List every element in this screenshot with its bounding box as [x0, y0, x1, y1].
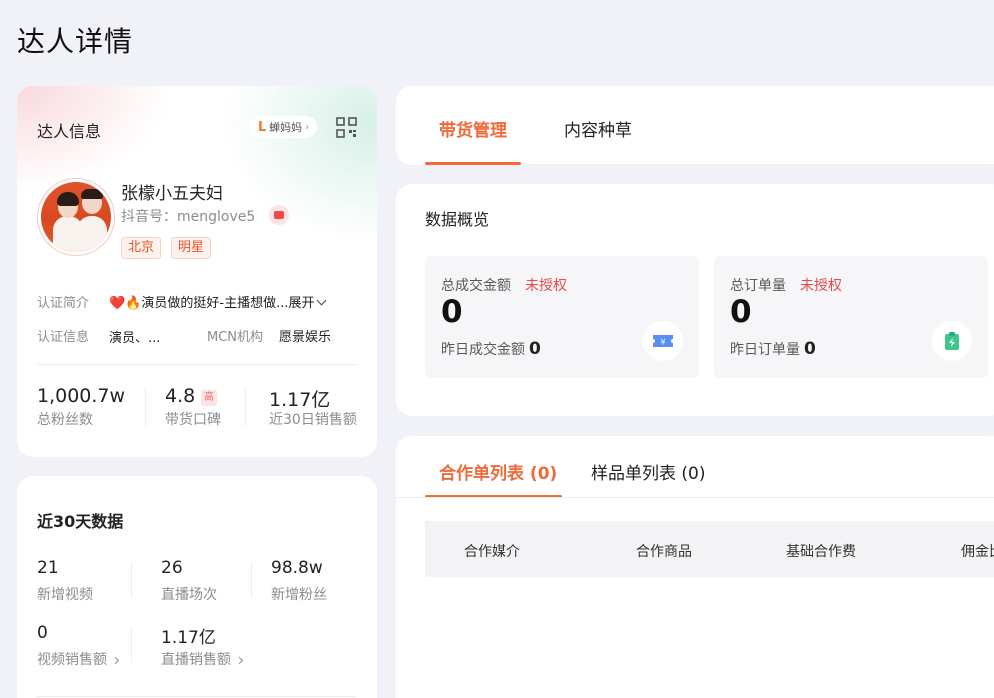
avatar[interactable] [38, 179, 114, 255]
mcn-label: MCN机构 [207, 326, 263, 345]
live-sessions-label: 直播场次 [161, 584, 217, 604]
rating-high-badge: 高 [201, 390, 217, 406]
douyin-id-value: menglove5 [177, 209, 255, 225]
cert-intro-value: ❤️🔥演员做的挺好-主播想做...展开 [109, 292, 325, 311]
unauthorized-status[interactable]: 未授权 [800, 275, 842, 295]
live-sessions-value: 26 [161, 558, 183, 578]
divider [37, 364, 357, 365]
metric-yesterday: 昨日订单量0 [730, 339, 816, 359]
profile-card: 达人信息 ᒪ 蝉妈妈 › 张檬小五夫妇 抖音号：menglove5 北京 明星 … [17, 86, 377, 457]
metric-label: 总成交金额 [441, 275, 511, 295]
stat-sales-label: 近30日销售额 [269, 409, 357, 429]
svg-text:¥: ¥ [660, 338, 665, 347]
live-sales-link[interactable]: 直播销售额 [161, 649, 242, 669]
expand-button[interactable]: 展开 [288, 296, 325, 311]
active-tab-indicator [425, 162, 521, 165]
page-title: 达人详情 [17, 20, 133, 60]
video-sales-link[interactable]: 视频销售额 [37, 649, 118, 669]
metric-total-orders: 总订单量 未授权 0 昨日订单量0 [714, 256, 988, 378]
stat-sales-value: 1.17亿 [269, 385, 330, 412]
overview-title: 数据概览 [425, 206, 489, 230]
stats-30-title: 近30天数据 [37, 508, 123, 532]
tag-category: 明星 [171, 237, 211, 259]
chanmama-link[interactable]: ᒪ 蝉妈妈 › [250, 116, 317, 138]
column-header-product: 合作商品 [636, 541, 692, 561]
video-sales-value: 0 [37, 623, 48, 643]
chevron-right-icon [236, 657, 243, 664]
new-videos-value: 21 [37, 558, 59, 578]
column-header-media: 合作媒介 [464, 541, 520, 561]
column-header-base-fee: 基础合作费 [786, 541, 856, 561]
tab-sample-orders[interactable]: 样品单列表 (0) [591, 459, 705, 484]
column-header-commission: 佣金比 [961, 541, 994, 561]
chevron-right-icon: › [305, 122, 309, 133]
metric-value: 0 [441, 294, 463, 330]
influencer-name: 张檬小五夫妇 [121, 179, 223, 204]
douyin-id: 抖音号：menglove5 [121, 206, 255, 226]
douyin-id-prefix: 抖音号： [121, 209, 177, 225]
cert-intro-text: ❤️🔥演员做的挺好-主播想做... [109, 296, 288, 311]
main-tabs: 带货管理 内容种草 [396, 86, 994, 165]
new-fans-value: 98.8w [271, 558, 323, 578]
tab-sales-management[interactable]: 带货管理 [439, 116, 507, 141]
stat-rating-value: 4.8 [165, 385, 195, 407]
data-overview-card: 数据概览 总成交金额 未授权 0 昨日成交金额0 ¥ 总订单量 未授权 0 昨日… [396, 184, 994, 416]
tab-content-seeding[interactable]: 内容种草 [564, 116, 632, 141]
chanmama-logo-icon: ᒪ [258, 120, 266, 135]
mcn-value: 愿景娱乐 [279, 326, 331, 345]
stat-rating-label: 带货口碑 [165, 409, 221, 429]
table-header: 合作媒介 合作商品 基础合作费 佣金比 [425, 521, 994, 577]
cooperation-list-card: 合作单列表 (0) 样品单列表 (0) 合作媒介 合作商品 基础合作费 佣金比 [396, 436, 994, 698]
ticket-icon: ¥ [643, 321, 683, 361]
qrcode-icon[interactable] [336, 117, 357, 138]
live-sales-value: 1.17亿 [161, 623, 216, 648]
metric-total-gmv: 总成交金额 未授权 0 昨日成交金额0 ¥ [425, 256, 699, 378]
metric-yesterday-value: 0 [804, 339, 816, 359]
chanmama-label: 蝉妈妈 [269, 119, 302, 135]
metric-value: 0 [730, 294, 752, 330]
cert-intro-label: 认证简介 [37, 292, 89, 311]
profile-section-title: 达人信息 [37, 118, 101, 142]
video-icon[interactable] [269, 205, 289, 225]
chevron-down-icon [317, 296, 327, 306]
chevron-right-icon [112, 657, 119, 664]
tag-location: 北京 [121, 237, 161, 259]
tab-cooperation-orders[interactable]: 合作单列表 (0) [439, 459, 557, 484]
stat-fans-value: 1,000.7w [37, 385, 125, 407]
new-fans-label: 新增粉丝 [271, 584, 327, 604]
metric-label: 总订单量 [730, 275, 786, 295]
cert-info-value: 演员、... [109, 327, 160, 346]
metric-yesterday-value: 0 [529, 339, 541, 359]
expand-label: 展开 [288, 296, 314, 311]
live-sales-label: 直播销售额 [161, 652, 231, 668]
cert-info-label: 认证信息 [37, 326, 89, 345]
video-sales-label: 视频销售额 [37, 652, 107, 668]
new-videos-label: 新增视频 [37, 584, 93, 604]
metric-yesterday-label: 昨日成交金额 [441, 342, 525, 358]
stat-fans-label: 总粉丝数 [37, 409, 93, 429]
metric-yesterday-label: 昨日订单量 [730, 342, 800, 358]
metric-yesterday: 昨日成交金额0 [441, 339, 541, 359]
order-icon [932, 321, 972, 361]
unauthorized-status[interactable]: 未授权 [525, 275, 567, 295]
stats-30-day-card: 近30天数据 21 新增视频 26 直播场次 98.8w 新增粉丝 0 视频销售… [17, 476, 377, 698]
